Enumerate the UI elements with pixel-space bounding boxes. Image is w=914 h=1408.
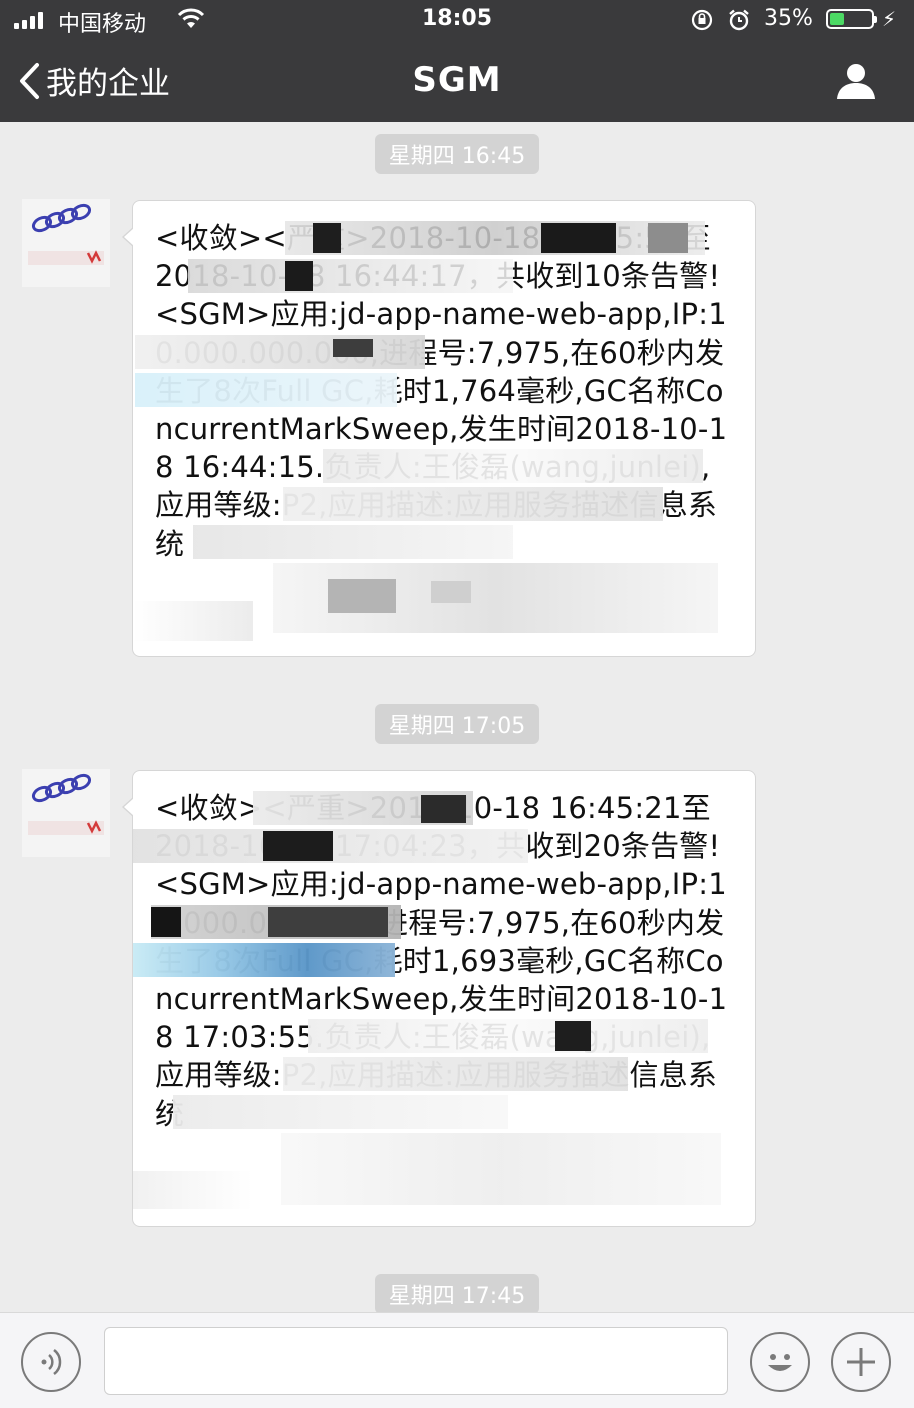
plus-icon <box>847 1348 875 1376</box>
timestamp-label: 星期四 17:45 <box>374 1274 540 1314</box>
avatar[interactable] <box>22 769 110 857</box>
timestamp-label: 星期四 17:05 <box>374 704 540 744</box>
redaction-blur <box>328 579 396 613</box>
chat-area[interactable]: 星期四 16:45 <收敛><严重>2018-10-18 16:35:56至 2… <box>0 122 914 1314</box>
message-bubble[interactable]: <收敛><严重>2018-10-18 16:45:21至 2018-10-18 … <box>122 770 756 1227</box>
orientation-lock-icon <box>691 9 713 31</box>
avatar[interactable] <box>22 199 110 287</box>
redaction-blur <box>133 601 253 641</box>
alarm-icon <box>729 9 749 31</box>
timestamp-divider: 星期四 17:45 <box>0 1274 914 1314</box>
battery-icon <box>826 9 877 29</box>
redaction-blur <box>431 581 471 603</box>
redaction-blur <box>273 563 718 633</box>
user-icon <box>837 64 875 99</box>
emoji-button[interactable] <box>750 1332 810 1392</box>
more-actions-button[interactable] <box>831 1332 891 1392</box>
emoji-icon <box>768 1354 792 1371</box>
sgm-logo-icon <box>28 203 104 265</box>
top-bar: 中国移动 18:05 35% ⚡ 我的企业 SGM <box>0 0 914 122</box>
timestamp-divider: 星期四 16:45 <box>0 134 914 174</box>
message-text: <收敛><严重>2018-10-18 16:35:56至 2018-10-18 … <box>155 221 728 561</box>
timestamp-divider: 星期四 17:05 <box>0 704 914 744</box>
redaction-blur <box>281 1133 721 1205</box>
voice-button[interactable] <box>21 1332 81 1392</box>
message-text: <收敛><严重>2018-10-18 16:45:21至 2018-10-18 … <box>155 791 728 1131</box>
charging-icon: ⚡ <box>882 7 897 31</box>
voice-icon <box>41 1349 62 1375</box>
timestamp-label: 星期四 16:45 <box>374 134 540 174</box>
redaction-blur <box>133 1171 253 1209</box>
page-title: SGM <box>412 60 502 100</box>
input-bar <box>0 1312 914 1408</box>
status-bar: 中国移动 18:05 35% ⚡ <box>0 0 914 40</box>
sgm-logo-icon <box>28 773 104 835</box>
message-input[interactable] <box>104 1327 728 1395</box>
message-bubble[interactable]: <收敛><严重>2018-10-18 16:35:56至 2018-10-18 … <box>122 200 756 657</box>
battery-percent: 35% <box>764 6 813 31</box>
user-profile-button[interactable] <box>834 62 878 104</box>
navigation-bar: 我的企业 SGM <box>0 40 914 122</box>
